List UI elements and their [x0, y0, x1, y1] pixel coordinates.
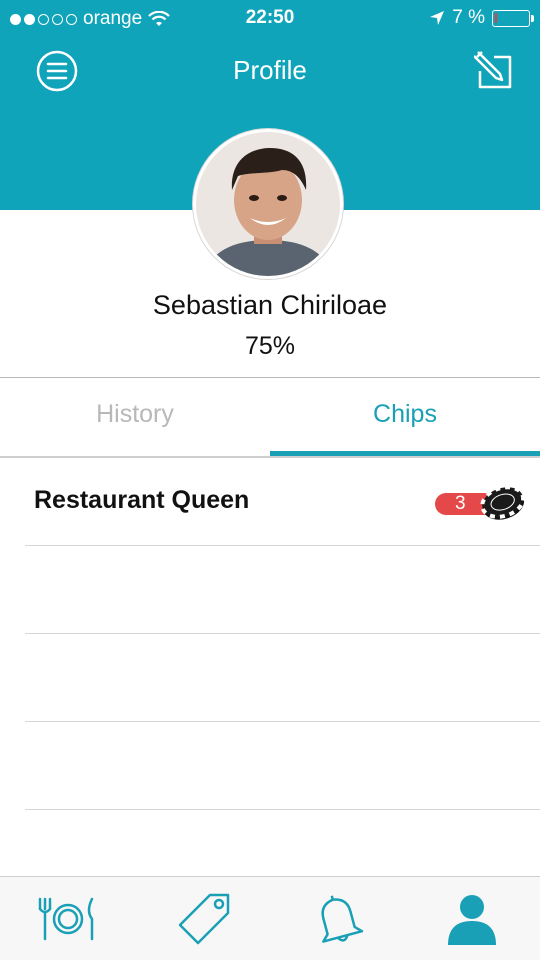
tabbar-notifications[interactable] [306, 889, 370, 949]
restaurant-icon [38, 897, 94, 941]
battery-percent: 7 % [452, 7, 485, 28]
edit-profile-button[interactable] [473, 50, 514, 90]
edit-icon [473, 51, 512, 89]
tabbar-profile[interactable] [440, 889, 504, 949]
list-item [25, 634, 540, 722]
status-bar: orange 22:50 7 % [0, 0, 540, 40]
chips-list: Restaurant Queen 3 [0, 458, 540, 810]
tabbar-offers[interactable] [172, 889, 236, 949]
tabbar-restaurants[interactable] [36, 889, 100, 949]
list-item [25, 722, 540, 810]
tag-icon [178, 893, 230, 945]
status-right: 7 % [429, 7, 534, 29]
profile-icon [448, 895, 496, 945]
location-arrow-icon [430, 11, 445, 25]
battery-fill [495, 12, 497, 23]
tab-history[interactable]: History [0, 378, 270, 456]
list-item[interactable]: Restaurant Queen 3 [25, 458, 540, 546]
list-item [25, 546, 540, 634]
tab-chips[interactable]: Chips [270, 378, 540, 456]
poker-chip-icon [480, 485, 526, 520]
page-title: Profile [233, 55, 307, 85]
bell-icon [321, 895, 364, 943]
bottom-tab-bar [0, 876, 540, 960]
profile-percent: 75% [244, 332, 296, 360]
chip-label: Restaurant Queen [34, 486, 250, 514]
battery-icon [492, 9, 534, 27]
avatar[interactable] [193, 129, 343, 279]
avatar-photo [196, 132, 340, 276]
profile-name: Sebastian Chiriloae [152, 290, 388, 320]
profile-tabs: History Chips [0, 378, 540, 456]
